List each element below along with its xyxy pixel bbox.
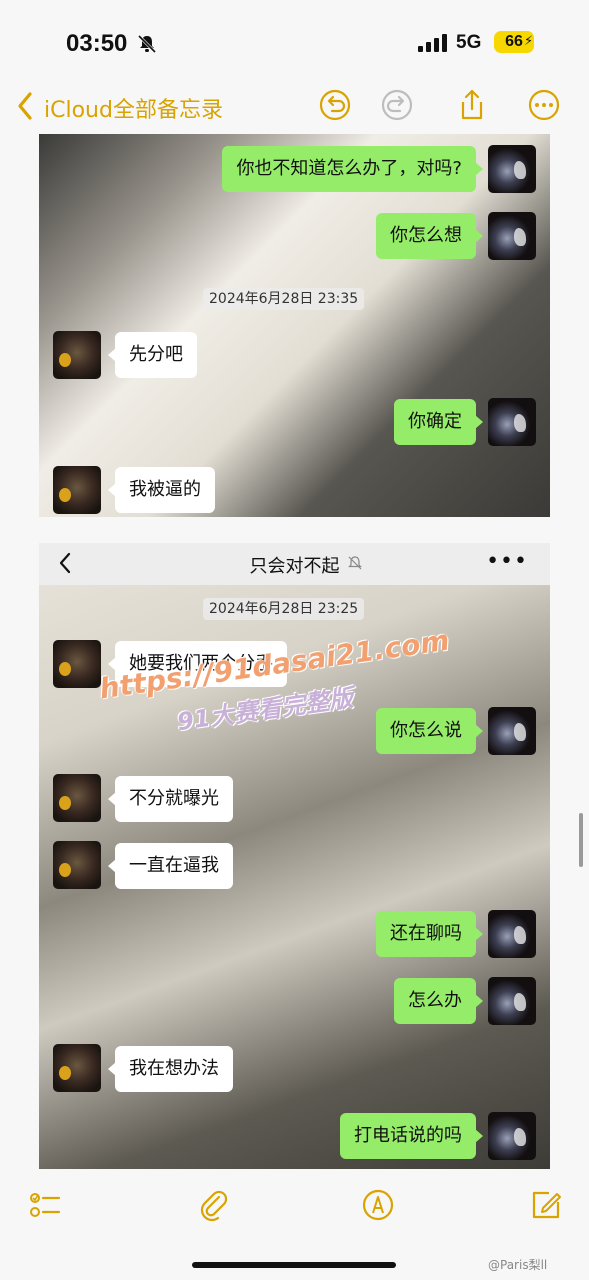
message-bubble-me: 怎么办 — [394, 978, 483, 1024]
message-bubble-me: 你怎么说 — [376, 708, 483, 754]
message-bubble-me: 打电话说的吗 — [340, 1113, 483, 1159]
chat-more-icon: ••• — [486, 549, 528, 574]
avatar-other — [53, 1044, 101, 1092]
avatar-other — [53, 774, 101, 822]
markup-pen-icon[interactable] — [361, 1188, 395, 1222]
share-icon[interactable] — [455, 88, 489, 122]
message-bubble-other: 一直在逼我 — [108, 843, 233, 889]
message-bubble-me: 还在聊吗 — [376, 911, 483, 957]
avatar-me — [488, 977, 536, 1025]
message-bubble-other: 先分吧 — [108, 332, 197, 378]
redo-icon[interactable] — [380, 88, 414, 122]
avatar-me — [488, 707, 536, 755]
bell-slash-icon — [137, 34, 157, 54]
scrollbar[interactable] — [579, 813, 583, 867]
avatar-me — [488, 145, 536, 193]
back-button-label[interactable]: iCloud全部备忘录 — [44, 92, 223, 124]
checklist-icon[interactable] — [28, 1188, 62, 1222]
chat-screenshot-top: 你也不知道怎么办了，对吗? 你怎么想 2024年6月28日 23:35 先分吧 … — [39, 134, 550, 517]
message-bubble-me: 你确定 — [394, 399, 483, 445]
avatar-other — [53, 466, 101, 514]
back-chevron-icon[interactable] — [14, 90, 36, 122]
charging-bolt-icon: ⚡ — [524, 34, 534, 49]
avatar-other — [53, 331, 101, 379]
avatar-me — [488, 910, 536, 958]
status-bar: 03:50 5G 66 ⚡ — [0, 26, 589, 66]
more-icon[interactable] — [527, 88, 561, 122]
avatar-other — [53, 841, 101, 889]
undo-icon[interactable] — [318, 88, 352, 122]
home-indicator[interactable] — [192, 1262, 396, 1268]
message-bubble-me: 你怎么想 — [376, 213, 483, 259]
message-bubble-other: 我被逼的 — [108, 467, 215, 513]
message-bubble-other: 我在想办法 — [108, 1046, 233, 1092]
compose-icon[interactable] — [529, 1188, 563, 1222]
notes-nav-bar: iCloud全部备忘录 — [0, 84, 589, 130]
signal-bars-icon — [418, 34, 447, 52]
chat-timestamp: 2024年6月28日 23:25 — [203, 598, 365, 620]
status-time: 03:50 — [66, 30, 128, 57]
avatar-me — [488, 212, 536, 260]
network-type: 5G — [456, 32, 482, 53]
message-bubble-other: 不分就曝光 — [108, 776, 233, 822]
paperclip-icon[interactable] — [197, 1188, 231, 1222]
message-bubble-me: 你也不知道怎么办了，对吗? — [222, 146, 483, 192]
weibo-credit: @Paris梨ll — [488, 1258, 548, 1272]
notes-screen: 03:50 5G 66 ⚡ iCloud全部备忘录 你也不知道怎么办了，对吗? … — [0, 0, 589, 1280]
avatar-other — [53, 640, 101, 688]
chat-title: 只会对不起 — [249, 556, 340, 577]
chat-timestamp: 2024年6月28日 23:35 — [203, 288, 365, 310]
chat-header: 只会对不起 ••• — [39, 543, 550, 585]
avatar-me — [488, 1112, 536, 1160]
chat-screenshot-bottom: 只会对不起 ••• 2024年6月28日 23:25 她要我们两个分手 你怎么说… — [39, 543, 550, 1169]
avatar-me — [488, 398, 536, 446]
mute-bell-icon — [348, 556, 362, 570]
